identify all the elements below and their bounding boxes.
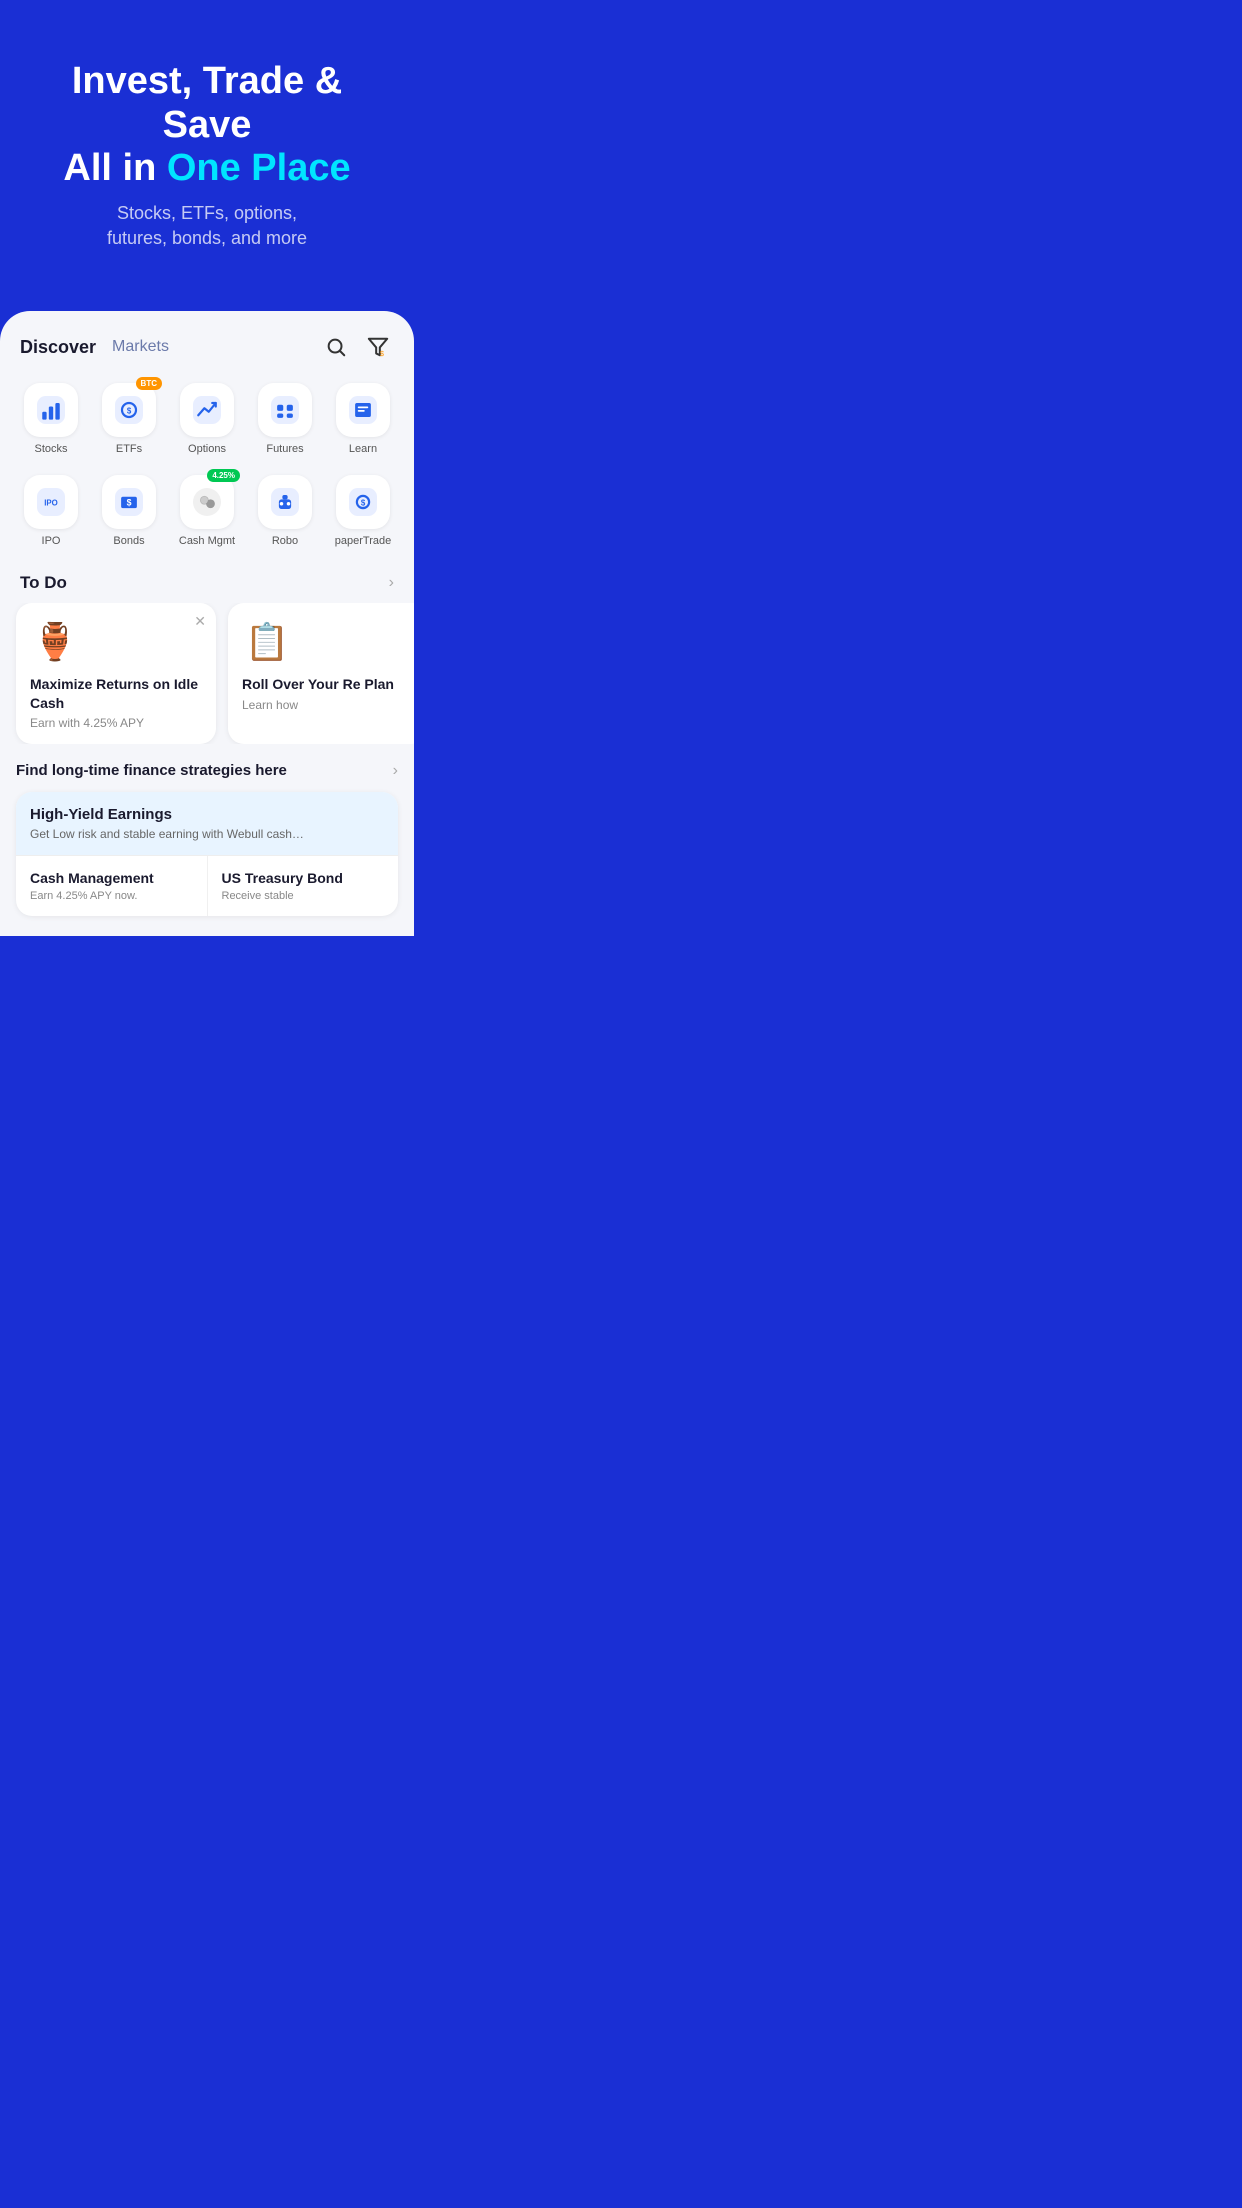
etfs-icon-circle: BTC $ <box>102 383 156 437</box>
icon-grid-row1: Stocks BTC $ ETFs O <box>0 373 414 465</box>
strategy-highlight[interactable]: High-Yield Earnings Get Low risk and sta… <box>16 792 398 856</box>
icon-item-stocks[interactable]: Stocks <box>16 383 86 455</box>
tab-bar: Discover Markets $ <box>0 311 414 373</box>
icon-item-ipo[interactable]: IPO IPO <box>16 475 86 547</box>
hero-line1: Invest, Trade & Save <box>72 60 342 146</box>
treasury-strategy-sub: Receive stable <box>222 890 385 902</box>
hero-title: Invest, Trade & Save All in One Place <box>30 60 384 191</box>
papertrade-label: paperTrade <box>335 535 391 547</box>
learn-icon-circle <box>336 383 390 437</box>
strategies-title: Find long-time finance strategies here <box>16 762 287 779</box>
tab-discover[interactable]: Discover <box>20 337 96 358</box>
robo-label: Robo <box>272 535 298 547</box>
todo-card-idle-cash: ✕ 🏺 Maximize Returns on Idle Cash Earn w… <box>16 603 216 743</box>
strategy-highlight-title: High-Yield Earnings <box>30 806 384 823</box>
hero-section: Invest, Trade & Save All in One Place St… <box>0 0 414 281</box>
btc-badge: BTC <box>136 377 162 390</box>
strategies-card: High-Yield Earnings Get Low risk and sta… <box>16 792 398 916</box>
todo-chevron[interactable]: › <box>389 574 394 592</box>
options-label: Options <box>188 443 226 455</box>
svg-text:$: $ <box>127 498 132 508</box>
tab-icons: $ <box>320 331 394 363</box>
ira-icon: 📋 <box>242 617 292 667</box>
strategies-section: Find long-time finance strategies here ›… <box>0 762 414 916</box>
etfs-label: ETFs <box>116 443 142 455</box>
icon-item-learn[interactable]: Learn <box>328 383 398 455</box>
hero-line2-prefix: All in <box>63 147 166 189</box>
learn-label: Learn <box>349 443 377 455</box>
todo-card-ira: 📋 Roll Over Your Re Plan Learn how <box>228 603 414 743</box>
strategy-highlight-subtitle: Get Low risk and stable earning with Web… <box>30 827 384 841</box>
robo-icon-circle <box>258 475 312 529</box>
tab-markets[interactable]: Markets <box>112 338 169 356</box>
icon-item-bonds[interactable]: $ Bonds <box>94 475 164 547</box>
todo-title: To Do <box>20 573 67 593</box>
stocks-icon-circle <box>24 383 78 437</box>
svg-text:$: $ <box>127 407 132 416</box>
bonds-label: Bonds <box>113 535 144 547</box>
filter-button[interactable]: $ <box>362 331 394 363</box>
cash-mgmt-strategy-title: Cash Management <box>30 870 193 886</box>
svg-text:$: $ <box>361 499 366 508</box>
search-button[interactable] <box>320 331 352 363</box>
idle-cash-title: Maximize Returns on Idle Cash <box>30 675 202 711</box>
icon-item-papertrade[interactable]: $ paperTrade <box>328 475 398 547</box>
todo-scroll: ✕ 🏺 Maximize Returns on Idle Cash Earn w… <box>0 603 414 743</box>
bonds-icon-circle: $ <box>102 475 156 529</box>
cash-mgmt-strategy-sub: Earn 4.25% APY now. <box>30 890 193 902</box>
todo-header: To Do › <box>0 557 414 603</box>
options-icon-circle <box>180 383 234 437</box>
idle-cash-subtitle: Earn with 4.25% APY <box>30 716 202 730</box>
icon-item-options[interactable]: Options <box>172 383 242 455</box>
cashmgmt-icon-circle: 4.25% <box>180 475 234 529</box>
stocks-label: Stocks <box>34 443 67 455</box>
strategy-items-row: Cash Management Earn 4.25% APY now. US T… <box>16 856 398 916</box>
futures-icon-circle <box>258 383 312 437</box>
svg-text:$: $ <box>380 350 384 359</box>
icon-grid-row2: IPO IPO $ Bonds 4.25% <box>0 465 414 557</box>
hero-line2-highlight: One Place <box>167 147 351 189</box>
svg-text:IPO: IPO <box>44 499 58 508</box>
cashmgmt-label: Cash Mgmt <box>179 535 235 547</box>
strategy-item-cash[interactable]: Cash Management Earn 4.25% APY now. <box>16 856 208 916</box>
futures-label: Futures <box>266 443 303 455</box>
idle-cash-icon: 🏺 <box>30 617 80 667</box>
papertrade-icon-circle: $ <box>336 475 390 529</box>
icon-item-futures[interactable]: Futures <box>250 383 320 455</box>
strategies-chevron[interactable]: › <box>393 762 398 780</box>
main-card: Discover Markets $ <box>0 311 414 935</box>
ipo-icon-circle: IPO <box>24 475 78 529</box>
close-button-idle-cash[interactable]: ✕ <box>194 613 206 630</box>
apy-badge: 4.25% <box>207 469 240 482</box>
strategies-header: Find long-time finance strategies here › <box>16 762 398 780</box>
ira-title: Roll Over Your Re Plan <box>242 675 414 693</box>
icon-item-robo[interactable]: Robo <box>250 475 320 547</box>
icon-item-etfs[interactable]: BTC $ ETFs <box>94 383 164 455</box>
hero-subtitle: Stocks, ETFs, options,futures, bonds, an… <box>30 201 384 251</box>
treasury-strategy-title: US Treasury Bond <box>222 870 385 886</box>
strategy-item-treasury[interactable]: US Treasury Bond Receive stable <box>208 856 399 916</box>
ipo-label: IPO <box>42 535 61 547</box>
icon-item-cashmgmt[interactable]: 4.25% Cash Mgmt <box>172 475 242 547</box>
ira-subtitle: Learn how <box>242 698 414 712</box>
